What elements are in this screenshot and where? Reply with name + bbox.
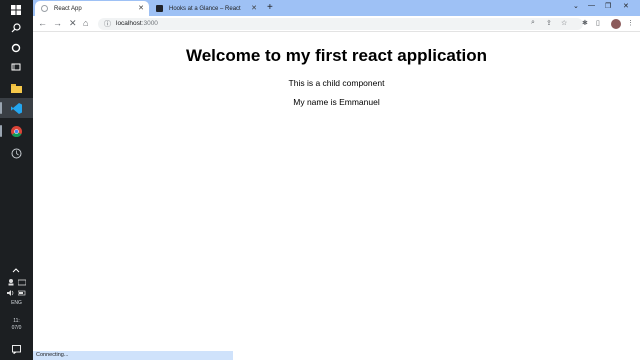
- child-component-text: This is a child component: [288, 78, 385, 88]
- tab-search-chevron-icon[interactable]: ⌄: [573, 2, 579, 10]
- clock-date[interactable]: 07/0: [0, 325, 33, 331]
- address-bar[interactable]: ⓘ localhost:3000: [98, 18, 583, 30]
- stop-loading-button[interactable]: ✕: [69, 18, 77, 29]
- clock-time[interactable]: 11:: [0, 318, 33, 324]
- url-port: :3000: [141, 20, 158, 27]
- chrome-indicator: [0, 125, 2, 137]
- site-info-icon[interactable]: ⓘ: [104, 19, 111, 29]
- app-settings-icon[interactable]: [8, 145, 24, 161]
- page-viewport: Welcome to my first react application Th…: [33, 33, 640, 360]
- new-tab-button[interactable]: +: [267, 2, 273, 13]
- tab-react-app[interactable]: React App ✕: [35, 1, 149, 16]
- cortana-icon[interactable]: [8, 40, 24, 56]
- side-panel-icon[interactable]: ▯: [596, 19, 600, 27]
- notifications-icon[interactable]: [8, 341, 24, 357]
- windows-taskbar: ENG 11: 07/0: [0, 0, 33, 360]
- minimize-button[interactable]: —: [588, 2, 595, 9]
- name-text: My name is Emmanuel: [293, 97, 380, 107]
- forward-button[interactable]: →: [53, 18, 62, 29]
- url-text[interactable]: localhost:3000: [116, 20, 158, 27]
- tab-hooks-at-a-glance[interactable]: Hooks at a Glance – React ✕: [150, 1, 262, 16]
- battery-icon[interactable]: [14, 285, 30, 301]
- tab-title: React App: [54, 5, 82, 12]
- vscode-icon[interactable]: [8, 100, 24, 116]
- active-app-indicator: [0, 102, 2, 114]
- close-window-button[interactable]: ✕: [623, 2, 629, 10]
- page-heading: Welcome to my first react application: [185, 46, 488, 65]
- windows-start-icon[interactable]: [8, 2, 24, 18]
- task-view-icon[interactable]: [8, 59, 24, 75]
- url-host: localhost: [116, 20, 142, 27]
- tab-title: Hooks at a Glance – React: [169, 5, 241, 12]
- zoom-icon[interactable]: ⌕: [531, 19, 535, 27]
- status-bubble: Connecting...: [33, 351, 233, 360]
- share-icon[interactable]: ⇪: [546, 19, 552, 27]
- browser-tab-strip: React App ✕ Hooks at a Glance – React ✕ …: [33, 0, 640, 16]
- file-explorer-icon[interactable]: [8, 80, 24, 96]
- restore-button[interactable]: ❐: [605, 2, 611, 10]
- extensions-icon[interactable]: ✱: [582, 19, 588, 27]
- close-tab-icon[interactable]: ✕: [138, 4, 144, 12]
- search-icon[interactable]: [8, 20, 24, 36]
- back-button[interactable]: ←: [38, 18, 47, 29]
- close-tab-icon[interactable]: ✕: [251, 4, 257, 12]
- loading-favicon-icon: [41, 5, 48, 12]
- browser-toolbar: ← → ✕ ⌂ ⓘ localhost:3000 ⌕ ⇪ ☆ ✱ ▯ ⋮: [33, 16, 640, 32]
- react-favicon-icon: [156, 5, 163, 12]
- language-indicator[interactable]: ENG: [0, 300, 33, 306]
- more-menu-icon[interactable]: ⋮: [627, 19, 634, 27]
- profile-avatar[interactable]: [611, 19, 621, 29]
- chrome-icon[interactable]: [8, 123, 24, 139]
- home-button[interactable]: ⌂: [83, 18, 88, 29]
- bookmark-star-icon[interactable]: ☆: [561, 19, 567, 27]
- screen: ENG 11: 07/0 React App ✕ Hooks at a Glan…: [0, 0, 640, 360]
